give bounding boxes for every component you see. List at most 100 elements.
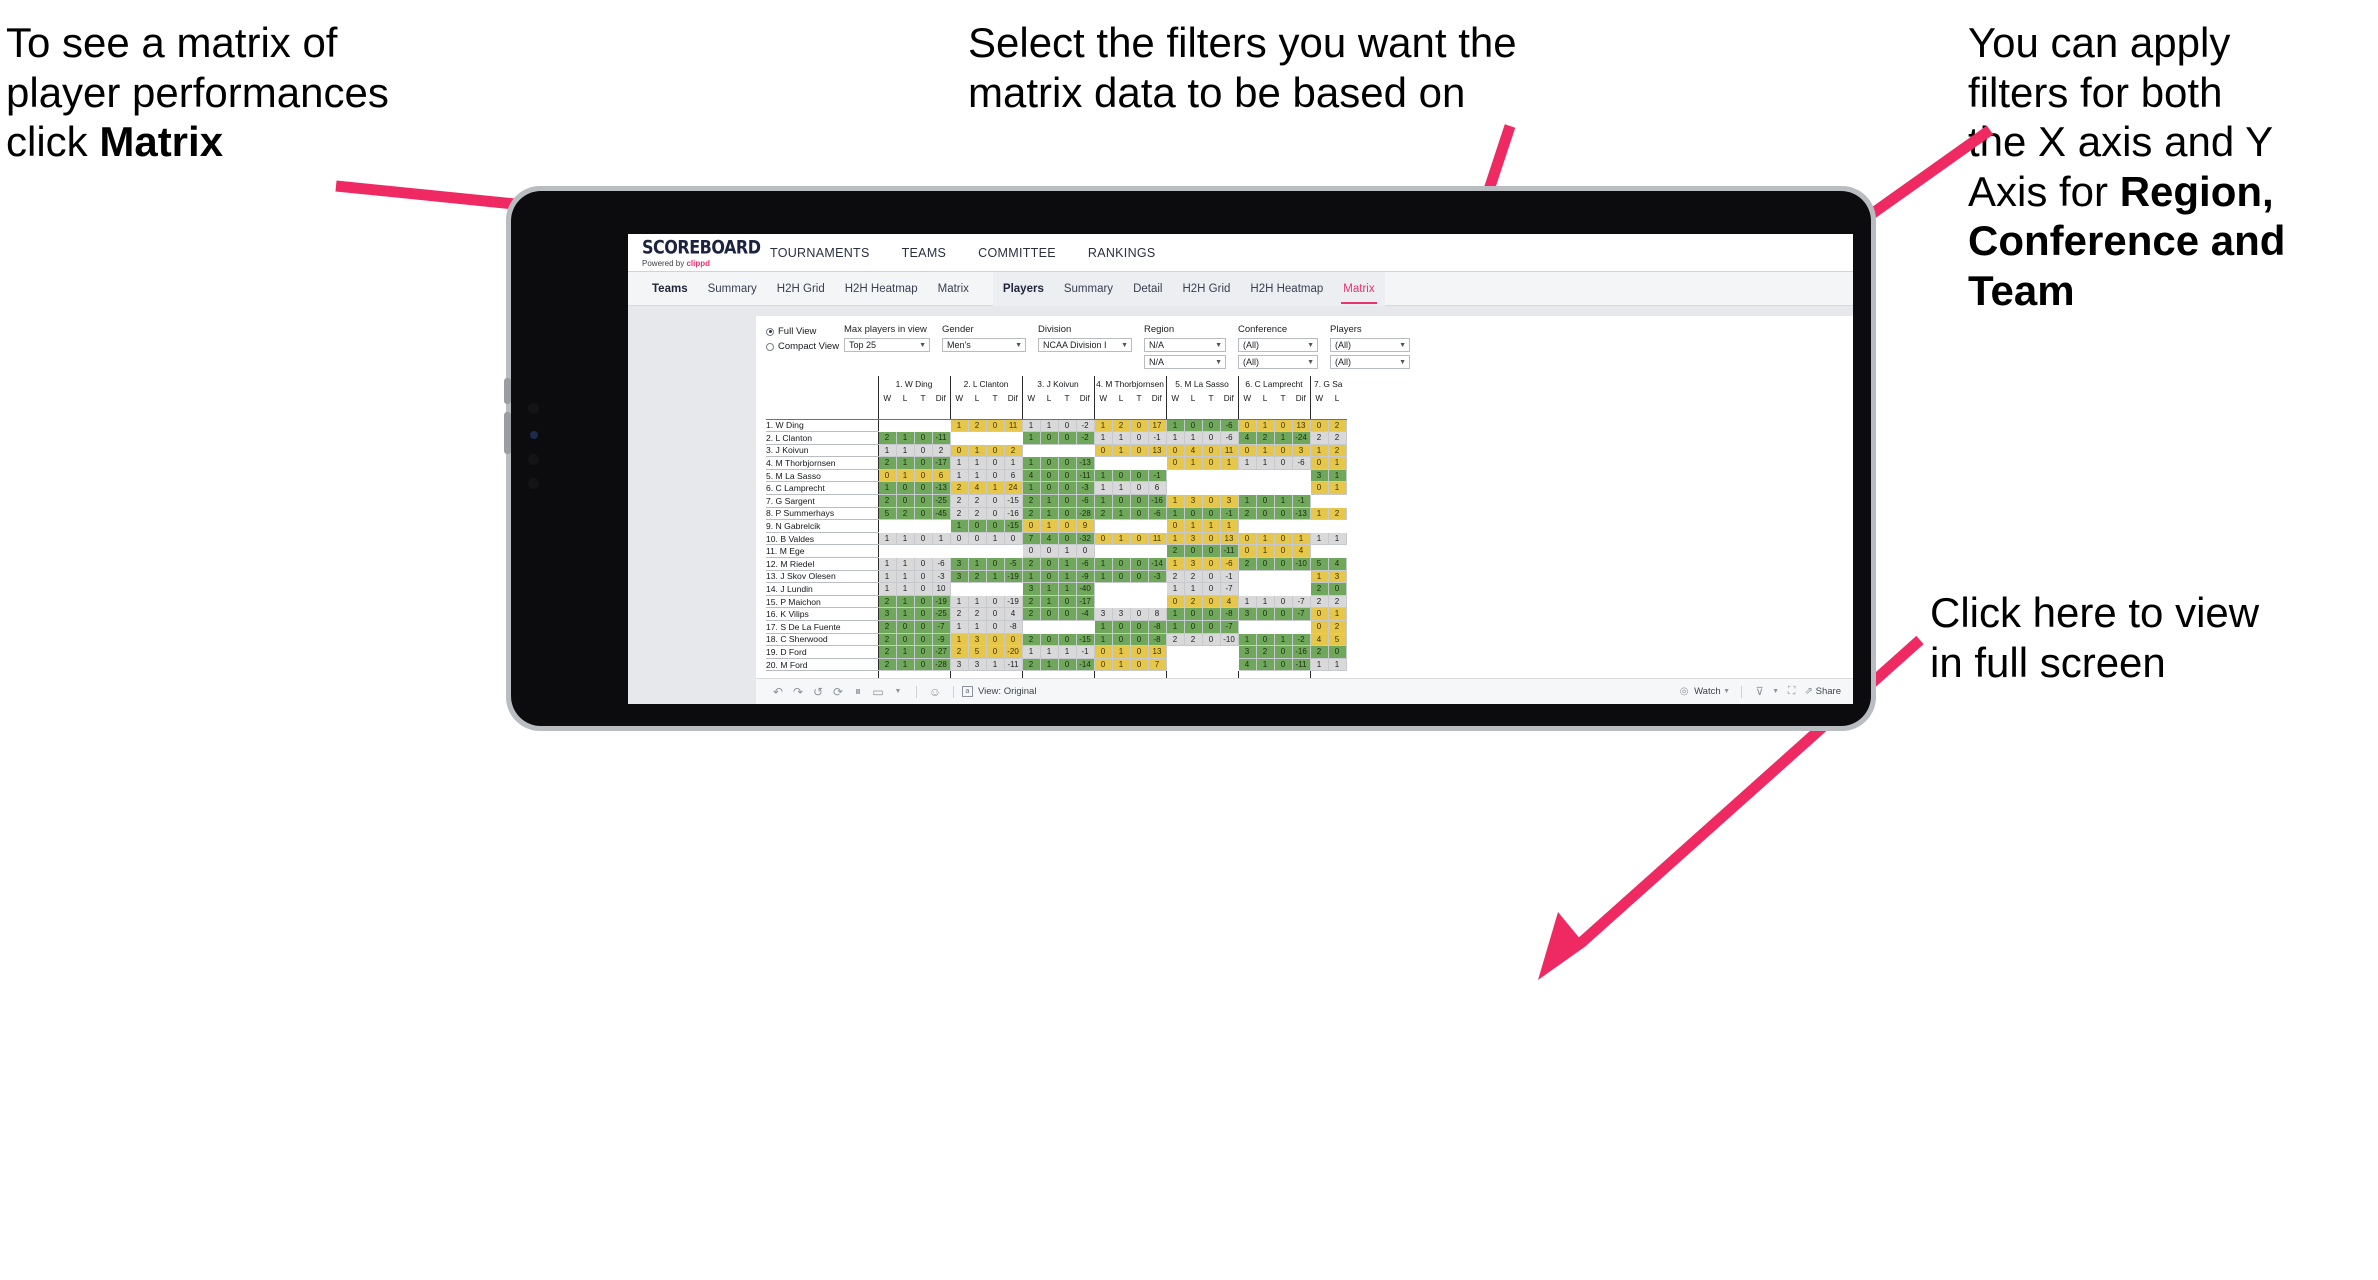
matrix-cell[interactable]: 8	[1147, 607, 1167, 621]
chevron-down-icon[interactable]: ▼	[888, 688, 908, 695]
matrix-cell[interactable]	[1291, 481, 1311, 496]
matrix-cell[interactable]: 13	[1147, 645, 1167, 659]
matrix-cell[interactable]: 4	[1327, 557, 1347, 571]
matrix-cell[interactable]: -1	[1219, 569, 1239, 584]
matrix-cell[interactable]: 0	[1039, 569, 1059, 584]
matrix-cell[interactable]: 0	[1309, 418, 1329, 433]
matrix-cell[interactable]: 7	[1147, 657, 1167, 672]
matrix-cell[interactable]	[1273, 582, 1293, 596]
matrix-row-label[interactable]: 17. S De La Fuente	[766, 620, 879, 634]
matrix-cell[interactable]	[1219, 481, 1239, 496]
matrix-cell[interactable]: -20	[1003, 645, 1023, 659]
matrix-cell[interactable]: 0	[1057, 506, 1077, 521]
matrix-cell[interactable]	[985, 582, 1005, 596]
matrix-cell[interactable]: 4	[1183, 443, 1203, 458]
matrix-cell[interactable]: -15	[1075, 632, 1095, 647]
matrix-cell[interactable]	[1291, 569, 1311, 584]
matrix-cell[interactable]: 5	[967, 645, 987, 659]
matrix-cell[interactable]	[1255, 582, 1275, 596]
matrix-cell[interactable]	[1093, 594, 1113, 609]
matrix-cell[interactable]: 1	[1165, 506, 1185, 521]
matrix-row-label[interactable]: 4. M Thorbjornsen	[766, 456, 879, 470]
matrix-cell[interactable]: 0	[913, 657, 933, 672]
matrix-row[interactable]: 12. M Riedel 1 1 0 -6 3 1 0 -5 2 0 1 -6 1 0 0 -14 1 3 0 -6 2 0…	[766, 557, 1347, 571]
matrix-cell[interactable]	[967, 582, 987, 596]
matrix-cell[interactable]: 0	[895, 620, 915, 634]
matrix-cell[interactable]: 0	[1309, 607, 1329, 621]
matrix-cell[interactable]: 1	[1255, 443, 1275, 458]
matrix-cell[interactable]: 1	[1183, 519, 1203, 533]
matrix-cell[interactable]: 1	[895, 456, 915, 470]
matrix-cell[interactable]: 1	[1093, 481, 1113, 496]
matrix-row-label[interactable]: 5. M La Sasso	[766, 469, 879, 483]
matrix-cell[interactable]: 2	[949, 481, 969, 496]
matrix-cell[interactable]	[1165, 657, 1185, 672]
matrix-cell[interactable]: -7	[931, 620, 951, 634]
matrix-cell[interactable]	[1129, 456, 1149, 470]
matrix-cell[interactable]: 1	[1309, 506, 1329, 521]
matrix-cell[interactable]: 1	[895, 557, 915, 571]
matrix-cell[interactable]: 0	[1165, 519, 1185, 533]
matrix-cell[interactable]: 1	[1255, 657, 1275, 672]
matrix-cell[interactable]: 1	[1039, 645, 1059, 659]
matrix-cell[interactable]: 17	[1147, 418, 1167, 433]
matrix-row[interactable]: 17. S De La Fuente 2 0 0 -7 1 1 0 -8 1 0 0 -8 1 0 0 -7 0 2	[766, 620, 1347, 634]
matrix-cell[interactable]: 1	[895, 531, 915, 546]
matrix-cell[interactable]: 1	[967, 468, 987, 483]
matrix-cell[interactable]: 0	[1057, 494, 1077, 508]
filter-players-select-x[interactable]: (All) ▼	[1330, 338, 1410, 352]
presentation-mode-icon[interactable]: ▭	[868, 685, 888, 699]
matrix-cell[interactable]	[1057, 620, 1077, 634]
matrix-row-label[interactable]: 8. P Summerhays	[766, 507, 879, 521]
matrix-cell[interactable]: 10	[931, 582, 951, 596]
matrix-cell[interactable]	[1093, 456, 1113, 470]
matrix-cell[interactable]: 0	[1237, 418, 1257, 433]
matrix-cell[interactable]: 0	[895, 632, 915, 647]
matrix-row[interactable]: 1. W Ding 1 2 0 11 1 1 0 -2 1 2 0 17 1 0 0 -6 0 1 0 13 0 2	[766, 418, 1347, 433]
matrix-cell[interactable]: 2	[1309, 582, 1329, 596]
matrix-cell[interactable]: 1	[1327, 531, 1347, 546]
matrix-cell[interactable]: 2	[895, 506, 915, 521]
matrix-cell[interactable]: 1	[1021, 645, 1041, 659]
matrix-cell[interactable]: 0	[1111, 620, 1131, 634]
topnav-item-tournaments[interactable]: TOURNAMENTS	[754, 234, 886, 272]
matrix-cell[interactable]: 0	[1273, 531, 1293, 546]
matrix-cell[interactable]: 1	[1327, 657, 1347, 672]
matrix-cell[interactable]: -6	[1219, 431, 1239, 445]
matrix-row-label[interactable]: 20. M Ford	[766, 658, 879, 672]
filter-conference-select-x[interactable]: (All) ▼	[1238, 338, 1318, 352]
matrix-cell[interactable]: 1	[1237, 494, 1257, 508]
matrix-cell[interactable]: -4	[1075, 607, 1095, 621]
matrix-cell[interactable]: 1	[1111, 481, 1131, 496]
matrix-cell[interactable]: 0	[913, 620, 933, 634]
matrix-cell[interactable]: 1	[1165, 531, 1185, 546]
chevron-down-icon-device[interactable]: ▼	[1770, 688, 1782, 695]
matrix-cell[interactable]: 0	[1111, 468, 1131, 483]
matrix-cell[interactable]: 0	[1255, 557, 1275, 571]
matrix-cell[interactable]	[1075, 443, 1095, 458]
matrix-cell[interactable]	[1255, 481, 1275, 496]
matrix-cell[interactable]: 1	[1021, 481, 1041, 496]
matrix-cell[interactable]	[1237, 569, 1257, 584]
matrix-cell[interactable]	[1165, 468, 1185, 483]
matrix-row-label[interactable]: 14. J Lundin	[766, 582, 879, 596]
matrix-cell[interactable]: 0	[1201, 557, 1221, 571]
matrix-cell[interactable]: 0	[1309, 620, 1329, 634]
matrix-cell[interactable]: 2	[949, 607, 969, 621]
matrix-row-label[interactable]: 1. W Ding	[766, 419, 879, 433]
matrix-cell[interactable]	[1039, 443, 1059, 458]
matrix-cell[interactable]: 1	[967, 456, 987, 470]
matrix-cell[interactable]: 1	[967, 443, 987, 458]
matrix-cell[interactable]: 0	[913, 531, 933, 546]
matrix-cell[interactable]: -11	[1291, 657, 1311, 672]
matrix-cell[interactable]	[931, 544, 951, 559]
matrix-cell[interactable]	[1309, 519, 1329, 533]
matrix-cell[interactable]: 6	[1003, 468, 1023, 483]
matrix-cell[interactable]: -9	[931, 632, 951, 647]
matrix-cell[interactable]: 0	[1201, 569, 1221, 584]
matrix-cell[interactable]: 0	[1057, 594, 1077, 609]
matrix-cell[interactable]: 2	[1237, 557, 1257, 571]
matrix-cell[interactable]: -19	[931, 594, 951, 609]
matrix-cell[interactable]: 1	[967, 557, 987, 571]
matrix-cell[interactable]: 2	[1165, 632, 1185, 647]
